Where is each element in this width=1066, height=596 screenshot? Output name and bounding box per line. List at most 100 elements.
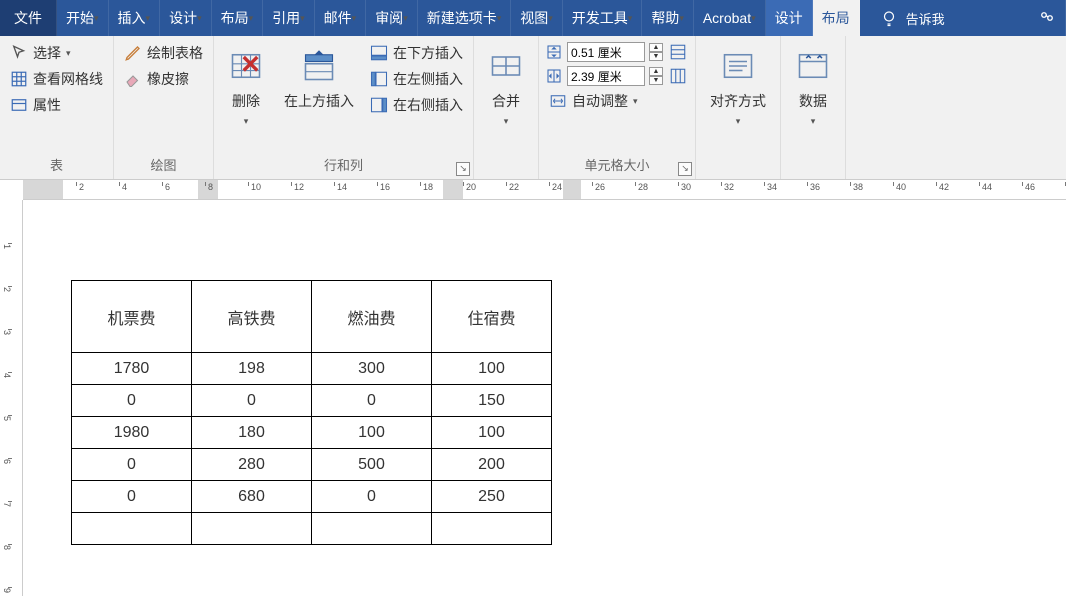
table-cell[interactable]: 250 [432, 481, 552, 513]
tab-file[interactable]: 文件 [0, 0, 57, 36]
table-cell[interactable]: 180 [192, 417, 312, 449]
table-cell[interactable] [432, 513, 552, 545]
pencil-icon [124, 44, 142, 62]
ruler-vertical[interactable]: 12345678910 [0, 200, 23, 596]
tab-review[interactable]: 审阅 ▾ [366, 0, 418, 36]
group-cellsize-title: 单元格大小 [545, 152, 689, 177]
group-draw-title: 绘图 [120, 152, 207, 177]
insert-left-button[interactable]: 在左侧插入 [366, 66, 467, 92]
table-cell[interactable]: 0 [312, 385, 432, 417]
tell-me[interactable]: 告诉我 [866, 0, 959, 36]
group-merge: 合并▾ [474, 36, 539, 179]
col-width-field[interactable] [567, 66, 645, 86]
row-height-spin[interactable]: ▲▼ [649, 43, 663, 61]
tab-ctx-layout[interactable]: 布局 [813, 0, 860, 36]
document-table[interactable]: 机票费高铁费燃油费住宿费1780198300100000150198018010… [71, 280, 552, 545]
table-cell[interactable]: 0 [312, 481, 432, 513]
dist-rows-icon [669, 43, 687, 61]
table-header-cell[interactable]: 高铁费 [192, 281, 312, 353]
table-cell[interactable] [72, 513, 192, 545]
table-cell[interactable]: 0 [72, 481, 192, 513]
lightbulb-icon [880, 9, 898, 27]
tab-references[interactable]: 引用 ▾ [263, 0, 315, 36]
data-icon [795, 48, 831, 84]
tab-view[interactable]: 视图 ▾ [511, 0, 563, 36]
table-cell[interactable]: 0 [72, 385, 192, 417]
properties-button[interactable]: 属性 [6, 92, 107, 118]
table-cell[interactable]: 150 [432, 385, 552, 417]
table-cell[interactable]: 1980 [72, 417, 192, 449]
ruler-horizontal[interactable]: 2468101214161820222426283032343638404244… [23, 180, 1066, 200]
dist-cols-icon [669, 67, 687, 85]
insert-right-button[interactable]: 在右侧插入 [366, 92, 467, 118]
table-cell[interactable]: 280 [192, 449, 312, 481]
tab-mailings[interactable]: 邮件 ▾ [315, 0, 367, 36]
distribute-cols-button[interactable] [667, 64, 689, 88]
row-height-input[interactable]: ▲▼ [545, 40, 663, 64]
eraser-icon [124, 70, 142, 88]
tab-acrobat[interactable]: Acrobat ▾ [694, 0, 766, 36]
view-gridlines-button[interactable]: 查看网格线 [6, 66, 107, 92]
merge-button[interactable]: 合并▾ [480, 40, 532, 150]
insert-below-button[interactable]: 在下方插入 [366, 40, 467, 66]
alignment-button[interactable]: 对齐方式▾ [702, 40, 774, 150]
group-rowcol-title: 行和列 [220, 152, 467, 177]
tab-home[interactable]: 开始 ▾ [57, 0, 109, 36]
table-cell[interactable]: 0 [192, 385, 312, 417]
share-icon [1038, 9, 1056, 27]
table-cell[interactable]: 198 [192, 353, 312, 385]
select-button[interactable]: 选择 ▾ [6, 40, 107, 66]
table-cell[interactable]: 0 [72, 449, 192, 481]
table-header-cell[interactable]: 住宿费 [432, 281, 552, 353]
table-cell[interactable]: 680 [192, 481, 312, 513]
ribbon: 选择 ▾ 查看网格线 属性 表 绘制表格 橡皮擦 绘图 删除▾ 在上方插入 在下… [0, 36, 1066, 180]
insert-right-icon [370, 96, 388, 114]
eraser-button[interactable]: 橡皮擦 [120, 66, 207, 92]
group-data: 数据▾ [781, 36, 846, 179]
grid-icon [10, 70, 28, 88]
group-draw: 绘制表格 橡皮擦 绘图 [114, 36, 214, 179]
menu-bar: 文件 开始 ▾ 插入 ▾ 设计 ▾ 布局 ▾ 引用 ▾ 邮件 ▾ 审阅 ▾ 新建… [0, 0, 1066, 36]
tab-ctx-design[interactable]: 设计 [766, 0, 813, 36]
merge-icon [488, 48, 524, 84]
group-align: 对齐方式▾ [696, 36, 781, 179]
row-height-field[interactable] [567, 42, 645, 62]
table-cell[interactable]: 100 [312, 417, 432, 449]
tab-design[interactable]: 设计 ▾ [160, 0, 212, 36]
col-width-spin[interactable]: ▲▼ [649, 67, 663, 85]
properties-icon [10, 96, 28, 114]
data-button[interactable]: 数据▾ [787, 40, 839, 150]
insert-left-icon [370, 70, 388, 88]
table-cell[interactable]: 100 [432, 353, 552, 385]
insert-above-icon [301, 48, 337, 84]
table-cell[interactable]: 100 [432, 417, 552, 449]
table-cell[interactable] [312, 513, 432, 545]
group-cellsize: ▲▼ ▲▼ 自动调整 ▾ 单元格大小 ↘ [539, 36, 696, 179]
table-cell[interactable]: 1780 [72, 353, 192, 385]
cellsize-launcher[interactable]: ↘ [678, 162, 692, 176]
autofit-button[interactable]: 自动调整 ▾ [545, 88, 663, 114]
table-cell[interactable] [192, 513, 312, 545]
insert-above-button[interactable]: 在上方插入 [276, 40, 362, 150]
draw-table-button[interactable]: 绘制表格 [120, 40, 207, 66]
group-rowcol: 删除▾ 在上方插入 在下方插入 在左侧插入 在右侧插入 行和列 ↘ [214, 36, 474, 179]
tab-new[interactable]: 新建选项卡 ▾ [418, 0, 512, 36]
table-cell[interactable]: 200 [432, 449, 552, 481]
tab-dev[interactable]: 开发工具 ▾ [563, 0, 643, 36]
table-cell[interactable]: 300 [312, 353, 432, 385]
rowcol-launcher[interactable]: ↘ [456, 162, 470, 176]
tab-layout[interactable]: 布局 ▾ [212, 0, 264, 36]
table-header-cell[interactable]: 机票费 [72, 281, 192, 353]
cursor-icon [10, 44, 28, 62]
insert-below-icon [370, 44, 388, 62]
alignment-icon [720, 48, 756, 84]
share-button[interactable] [1029, 0, 1066, 36]
delete-button[interactable]: 删除▾ [220, 40, 272, 150]
table-cell[interactable]: 500 [312, 449, 432, 481]
col-width-input[interactable]: ▲▼ [545, 64, 663, 88]
tab-help[interactable]: 帮助 ▾ [642, 0, 694, 36]
distribute-rows-button[interactable] [667, 40, 689, 64]
delete-icon [228, 48, 264, 84]
tab-insert[interactable]: 插入 ▾ [109, 0, 161, 36]
table-header-cell[interactable]: 燃油费 [312, 281, 432, 353]
